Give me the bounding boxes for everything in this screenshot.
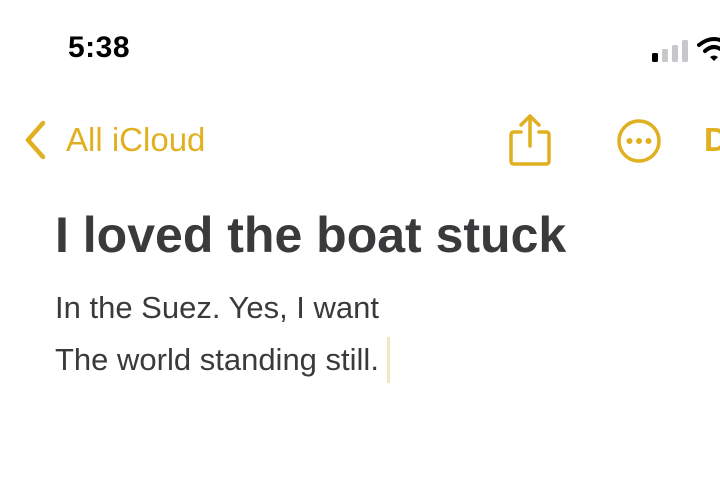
share-icon[interactable] xyxy=(506,112,554,168)
note-line[interactable]: The world standing still. xyxy=(55,342,379,377)
text-cursor xyxy=(386,336,390,383)
note-line-with-cursor[interactable]: The world standing still. xyxy=(55,334,695,386)
status-bar: 5:38 xyxy=(0,0,720,90)
done-button[interactable]: D xyxy=(704,118,720,162)
chevron-left-icon xyxy=(25,120,46,160)
note-line[interactable]: In the Suez. Yes, I want xyxy=(55,282,695,334)
back-button[interactable]: All iCloud xyxy=(22,118,205,162)
cellular-signal-icon xyxy=(652,40,688,62)
ellipsis-circle-icon[interactable] xyxy=(615,117,663,165)
notes-screen: 5:38 All iCloud D I loved the boat stuck… xyxy=(0,0,720,477)
note-title[interactable]: I loved the boat stuck xyxy=(55,200,695,270)
wifi-icon xyxy=(697,37,720,61)
back-label: All iCloud xyxy=(66,121,206,158)
note-editor[interactable]: I loved the boat stuck In the Suez. Yes,… xyxy=(55,200,695,386)
status-time: 5:38 xyxy=(68,31,131,64)
navigation-bar: All iCloud D xyxy=(0,110,720,170)
